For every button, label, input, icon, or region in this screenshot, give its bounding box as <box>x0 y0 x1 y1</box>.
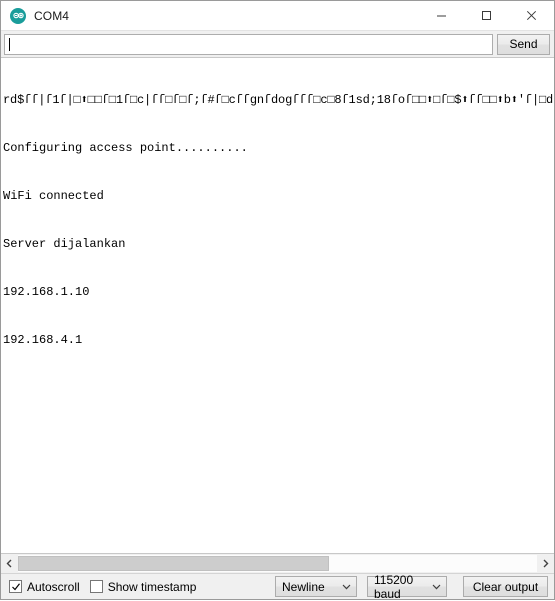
show-timestamp-label: Show timestamp <box>107 579 197 594</box>
baud-rate-dropdown[interactable]: 115200 baud <box>367 573 447 601</box>
close-icon <box>526 10 537 21</box>
autoscroll-checkbox[interactable] <box>9 580 22 593</box>
chevron-down-icon <box>342 584 351 590</box>
show-timestamp-checkbox-row[interactable]: Show timestamp <box>89 579 197 594</box>
serial-send-input[interactable] <box>4 33 493 55</box>
output-line: 192.168.4.1 <box>3 333 83 347</box>
output-line: Server dijalankan <box>3 237 126 251</box>
scrollbar-track[interactable] <box>18 555 537 572</box>
autoscroll-checkbox-row[interactable]: Autoscroll <box>9 580 80 594</box>
serial-output-text: rd$ſſ|ſ1ſ|□⬆□□ſ□1ſ□c|ſſ□ſ□ſ;ſ#ſ□cſſgnſdo… <box>1 58 554 380</box>
baud-rate-value: 115200 baud <box>374 572 414 601</box>
serial-output-area[interactable]: rd$ſſ|ſ1ſ|□⬆□□ſ□1ſ□c|ſſ□ſ□ſ;ſ#ſ□cſſgnſdo… <box>1 57 554 554</box>
titlebar: COM4 <box>1 1 554 31</box>
scroll-left-button[interactable] <box>1 555 18 572</box>
statusbar: Autoscroll Show timestamp Newline 115200… <box>1 573 554 601</box>
horizontal-scrollbar[interactable] <box>1 554 554 574</box>
maximize-icon <box>481 10 492 21</box>
output-line: WiFi connected <box>3 189 104 203</box>
scrollbar-thumb[interactable] <box>18 556 330 571</box>
autoscroll-label: Autoscroll <box>27 579 80 594</box>
serial-monitor-window: COM4 Send rd$ſſ|ſ1ſ|□⬆□□ſ□1ſ□c|ſſ□ſ□ſ;ſ#… <box>0 0 555 601</box>
window-controls <box>419 1 554 30</box>
maximize-button[interactable] <box>464 1 509 30</box>
chevron-left-icon <box>6 559 13 568</box>
arduino-logo-icon <box>10 7 26 24</box>
clear-output-button[interactable]: Clear output <box>463 576 548 597</box>
output-line: Configuring access point.......... <box>3 141 248 155</box>
line-ending-dropdown[interactable]: Newline <box>275 576 357 597</box>
close-button[interactable] <box>509 1 554 30</box>
output-line: 192.168.1.10 <box>3 285 90 299</box>
send-button[interactable]: Send <box>497 33 550 55</box>
minimize-icon <box>436 10 447 21</box>
scroll-right-button[interactable] <box>537 555 554 572</box>
chevron-right-icon <box>542 559 549 568</box>
send-row: Send <box>1 31 554 57</box>
text-caret <box>9 37 10 51</box>
line-ending-value: Newline <box>282 579 325 594</box>
window-title: COM4 <box>34 8 70 23</box>
chevron-down-icon <box>432 584 441 590</box>
show-timestamp-checkbox[interactable] <box>89 580 103 593</box>
minimize-button[interactable] <box>419 1 464 30</box>
titlebar-left: COM4 <box>1 7 70 24</box>
output-line: rd$ſſ|ſ1ſ|□⬆□□ſ□1ſ□c|ſſ□ſ□ſ;ſ#ſ□cſſgnſdo… <box>3 93 554 107</box>
